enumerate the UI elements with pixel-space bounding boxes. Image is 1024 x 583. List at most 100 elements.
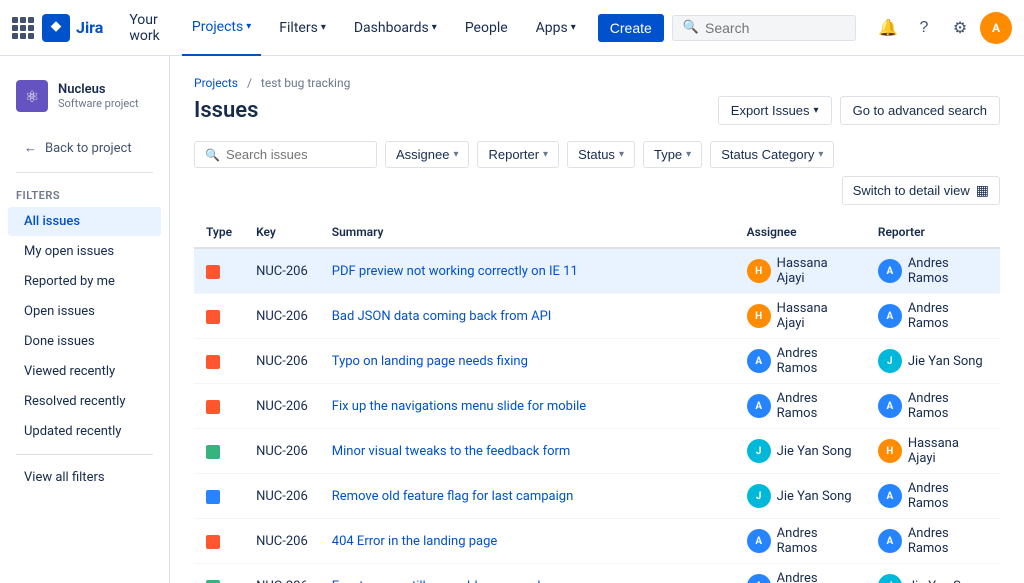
assignee-name: Hassana Ajayi bbox=[777, 301, 854, 331]
issue-summary-link[interactable]: Remove old feature flag for last campaig… bbox=[332, 489, 574, 504]
status-category-filter[interactable]: Status Category ▾ bbox=[710, 141, 834, 168]
reporter-cell: AAndres Ramos bbox=[866, 519, 1000, 564]
sidebar-item-done-issues[interactable]: Done issues bbox=[8, 327, 161, 356]
search-issues-box[interactable]: 🔍 bbox=[194, 141, 377, 168]
table-body: NUC-206 PDF preview not working correctl… bbox=[194, 248, 1000, 583]
table-row: NUC-206 404 Error in the landing page AA… bbox=[194, 519, 1000, 564]
sidebar-item-viewed-recently[interactable]: Viewed recently bbox=[8, 357, 161, 386]
type-filter[interactable]: Type ▾ bbox=[643, 141, 702, 168]
key-cell: NUC-206 bbox=[244, 474, 320, 519]
summary-cell[interactable]: 404 Error in the landing page bbox=[320, 519, 735, 564]
sidebar-item-open-issues[interactable]: Open issues bbox=[8, 297, 161, 326]
avatar: A bbox=[878, 394, 902, 418]
nav-people[interactable]: People bbox=[455, 0, 518, 56]
breadcrumb-project-name: test bug tracking bbox=[261, 76, 350, 90]
switch-view-button[interactable]: Switch to detail view ▦ bbox=[842, 176, 1000, 205]
status-filter[interactable]: Status ▾ bbox=[567, 141, 635, 168]
avatar: A bbox=[878, 259, 902, 283]
filters-label: Filters bbox=[0, 181, 169, 206]
summary-cell[interactable]: Fix up the navigations menu slide for mo… bbox=[320, 384, 735, 429]
issue-type-icon bbox=[206, 400, 220, 414]
reporter-name: Jie Yan Song bbox=[908, 354, 983, 369]
assignee-inner: AAndres Ramos bbox=[747, 346, 854, 376]
status-category-chevron-icon: ▾ bbox=[818, 149, 823, 160]
sidebar-item-my-open-issues[interactable]: My open issues bbox=[8, 237, 161, 266]
issue-summary-link[interactable]: Minor visual tweaks to the feedback form bbox=[332, 444, 571, 459]
summary-cell[interactable]: Bad JSON data coming back from API bbox=[320, 294, 735, 339]
nav-filters[interactable]: Filters ▾ bbox=[269, 0, 336, 56]
col-type: Type bbox=[194, 217, 244, 248]
back-to-project-button[interactable]: ← Back to project bbox=[8, 132, 161, 164]
assignee-name: Jie Yan Song bbox=[777, 489, 852, 504]
summary-cell[interactable]: Typo on landing page needs fixing bbox=[320, 339, 735, 384]
search-input[interactable] bbox=[705, 20, 845, 36]
nav-dashboards[interactable]: Dashboards ▾ bbox=[344, 0, 447, 56]
sidebar-item-resolved-recently[interactable]: Resolved recently bbox=[8, 387, 161, 416]
table-row: NUC-206 Typo on landing page needs fixin… bbox=[194, 339, 1000, 384]
reporter-name: Hassana Ajayi bbox=[908, 436, 988, 466]
nav-projects[interactable]: Projects ▾ bbox=[182, 0, 261, 56]
assignee-cell: JJie Yan Song bbox=[735, 474, 866, 519]
table-row: NUC-206 PDF preview not working correctl… bbox=[194, 248, 1000, 294]
assignee-inner: HHassana Ajayi bbox=[747, 256, 854, 286]
reporter-name: Andres Ramos bbox=[908, 526, 988, 556]
sidebar-item-view-all-filters[interactable]: View all filters bbox=[8, 463, 161, 492]
sidebar-item-updated-recently[interactable]: Updated recently bbox=[8, 417, 161, 446]
reporter-filter[interactable]: Reporter ▾ bbox=[477, 141, 559, 168]
summary-cell[interactable]: PDF preview not working correctly on IE … bbox=[320, 248, 735, 294]
sidebar-item-all-issues[interactable]: All issues bbox=[8, 207, 161, 236]
advanced-search-button[interactable]: Go to advanced search bbox=[840, 96, 1000, 125]
col-summary: Summary bbox=[320, 217, 735, 248]
reporter-inner: AAndres Ramos bbox=[878, 256, 988, 286]
main-content: Projects / test bug tracking Issues Expo… bbox=[170, 56, 1024, 583]
reporter-inner: AAndres Ramos bbox=[878, 526, 988, 556]
breadcrumb-projects-link[interactable]: Projects bbox=[194, 76, 238, 90]
avatar: A bbox=[747, 349, 771, 373]
issue-type-icon bbox=[206, 310, 220, 324]
export-issues-button[interactable]: Export Issues ▾ bbox=[718, 96, 832, 125]
assignee-cell: JJie Yan Song bbox=[735, 429, 866, 474]
assignee-cell: AAndres Ramos bbox=[735, 519, 866, 564]
create-button[interactable]: Create bbox=[598, 14, 664, 42]
page-title: Issues bbox=[194, 98, 258, 123]
assignee-filter[interactable]: Assignee ▾ bbox=[385, 141, 470, 168]
search-box[interactable]: 🔍 bbox=[672, 15, 856, 41]
notifications-button[interactable]: 🔔 bbox=[872, 12, 904, 44]
summary-cell[interactable]: Remove old feature flag for last campaig… bbox=[320, 474, 735, 519]
issue-summary-link[interactable]: 404 Error in the landing page bbox=[332, 534, 498, 549]
grid-menu-icon[interactable] bbox=[12, 17, 34, 39]
dashboards-chevron-icon: ▾ bbox=[432, 22, 437, 33]
nav-apps[interactable]: Apps ▾ bbox=[526, 0, 586, 56]
type-chevron-icon: ▾ bbox=[686, 149, 691, 160]
key-cell: NUC-206 bbox=[244, 248, 320, 294]
sidebar-item-reported-by-me[interactable]: Reported by me bbox=[8, 267, 161, 296]
issue-summary-link[interactable]: Bad JSON data coming back from API bbox=[332, 309, 552, 324]
issue-summary-link[interactable]: Fix up the navigations menu slide for mo… bbox=[332, 399, 586, 414]
avatar: A bbox=[747, 574, 771, 583]
assignee-inner: A Andres Ramos bbox=[747, 571, 854, 583]
issue-summary-link[interactable]: Typo on landing page needs fixing bbox=[332, 354, 528, 369]
issue-summary-link[interactable]: Events page still uses old company logo bbox=[332, 579, 563, 583]
status-chevron-icon: ▾ bbox=[619, 149, 624, 160]
type-cell bbox=[194, 294, 244, 339]
avatar: J bbox=[878, 574, 902, 583]
summary-cell[interactable]: Minor visual tweaks to the feedback form bbox=[320, 429, 735, 474]
type-cell bbox=[194, 519, 244, 564]
issue-summary-link[interactable]: PDF preview not working correctly on IE … bbox=[332, 264, 578, 279]
table-row: NUC-206 Minor visual tweaks to the feedb… bbox=[194, 429, 1000, 474]
reporter-inner: AAndres Ramos bbox=[878, 481, 988, 511]
settings-button[interactable]: ⚙ bbox=[944, 12, 976, 44]
assignee-name: Andres Ramos bbox=[777, 571, 854, 583]
nav-your-work[interactable]: Your work bbox=[119, 0, 174, 56]
assignee-name: Andres Ramos bbox=[777, 391, 854, 421]
summary-cell[interactable]: Events page still uses old company logo bbox=[320, 564, 735, 583]
reporter-name: Andres Ramos bbox=[908, 301, 988, 331]
help-button[interactable]: ? bbox=[908, 12, 940, 44]
breadcrumb-separator: / bbox=[247, 76, 252, 90]
user-avatar[interactable]: A bbox=[980, 12, 1012, 44]
reporter-cell: AAndres Ramos bbox=[866, 248, 1000, 294]
filters-row: 🔍 Assignee ▾ Reporter ▾ Status ▾ Type ▾ … bbox=[194, 141, 1000, 205]
search-issues-input[interactable] bbox=[226, 147, 366, 162]
avatar: A bbox=[747, 394, 771, 418]
jira-logo[interactable]: Jira bbox=[42, 14, 103, 42]
